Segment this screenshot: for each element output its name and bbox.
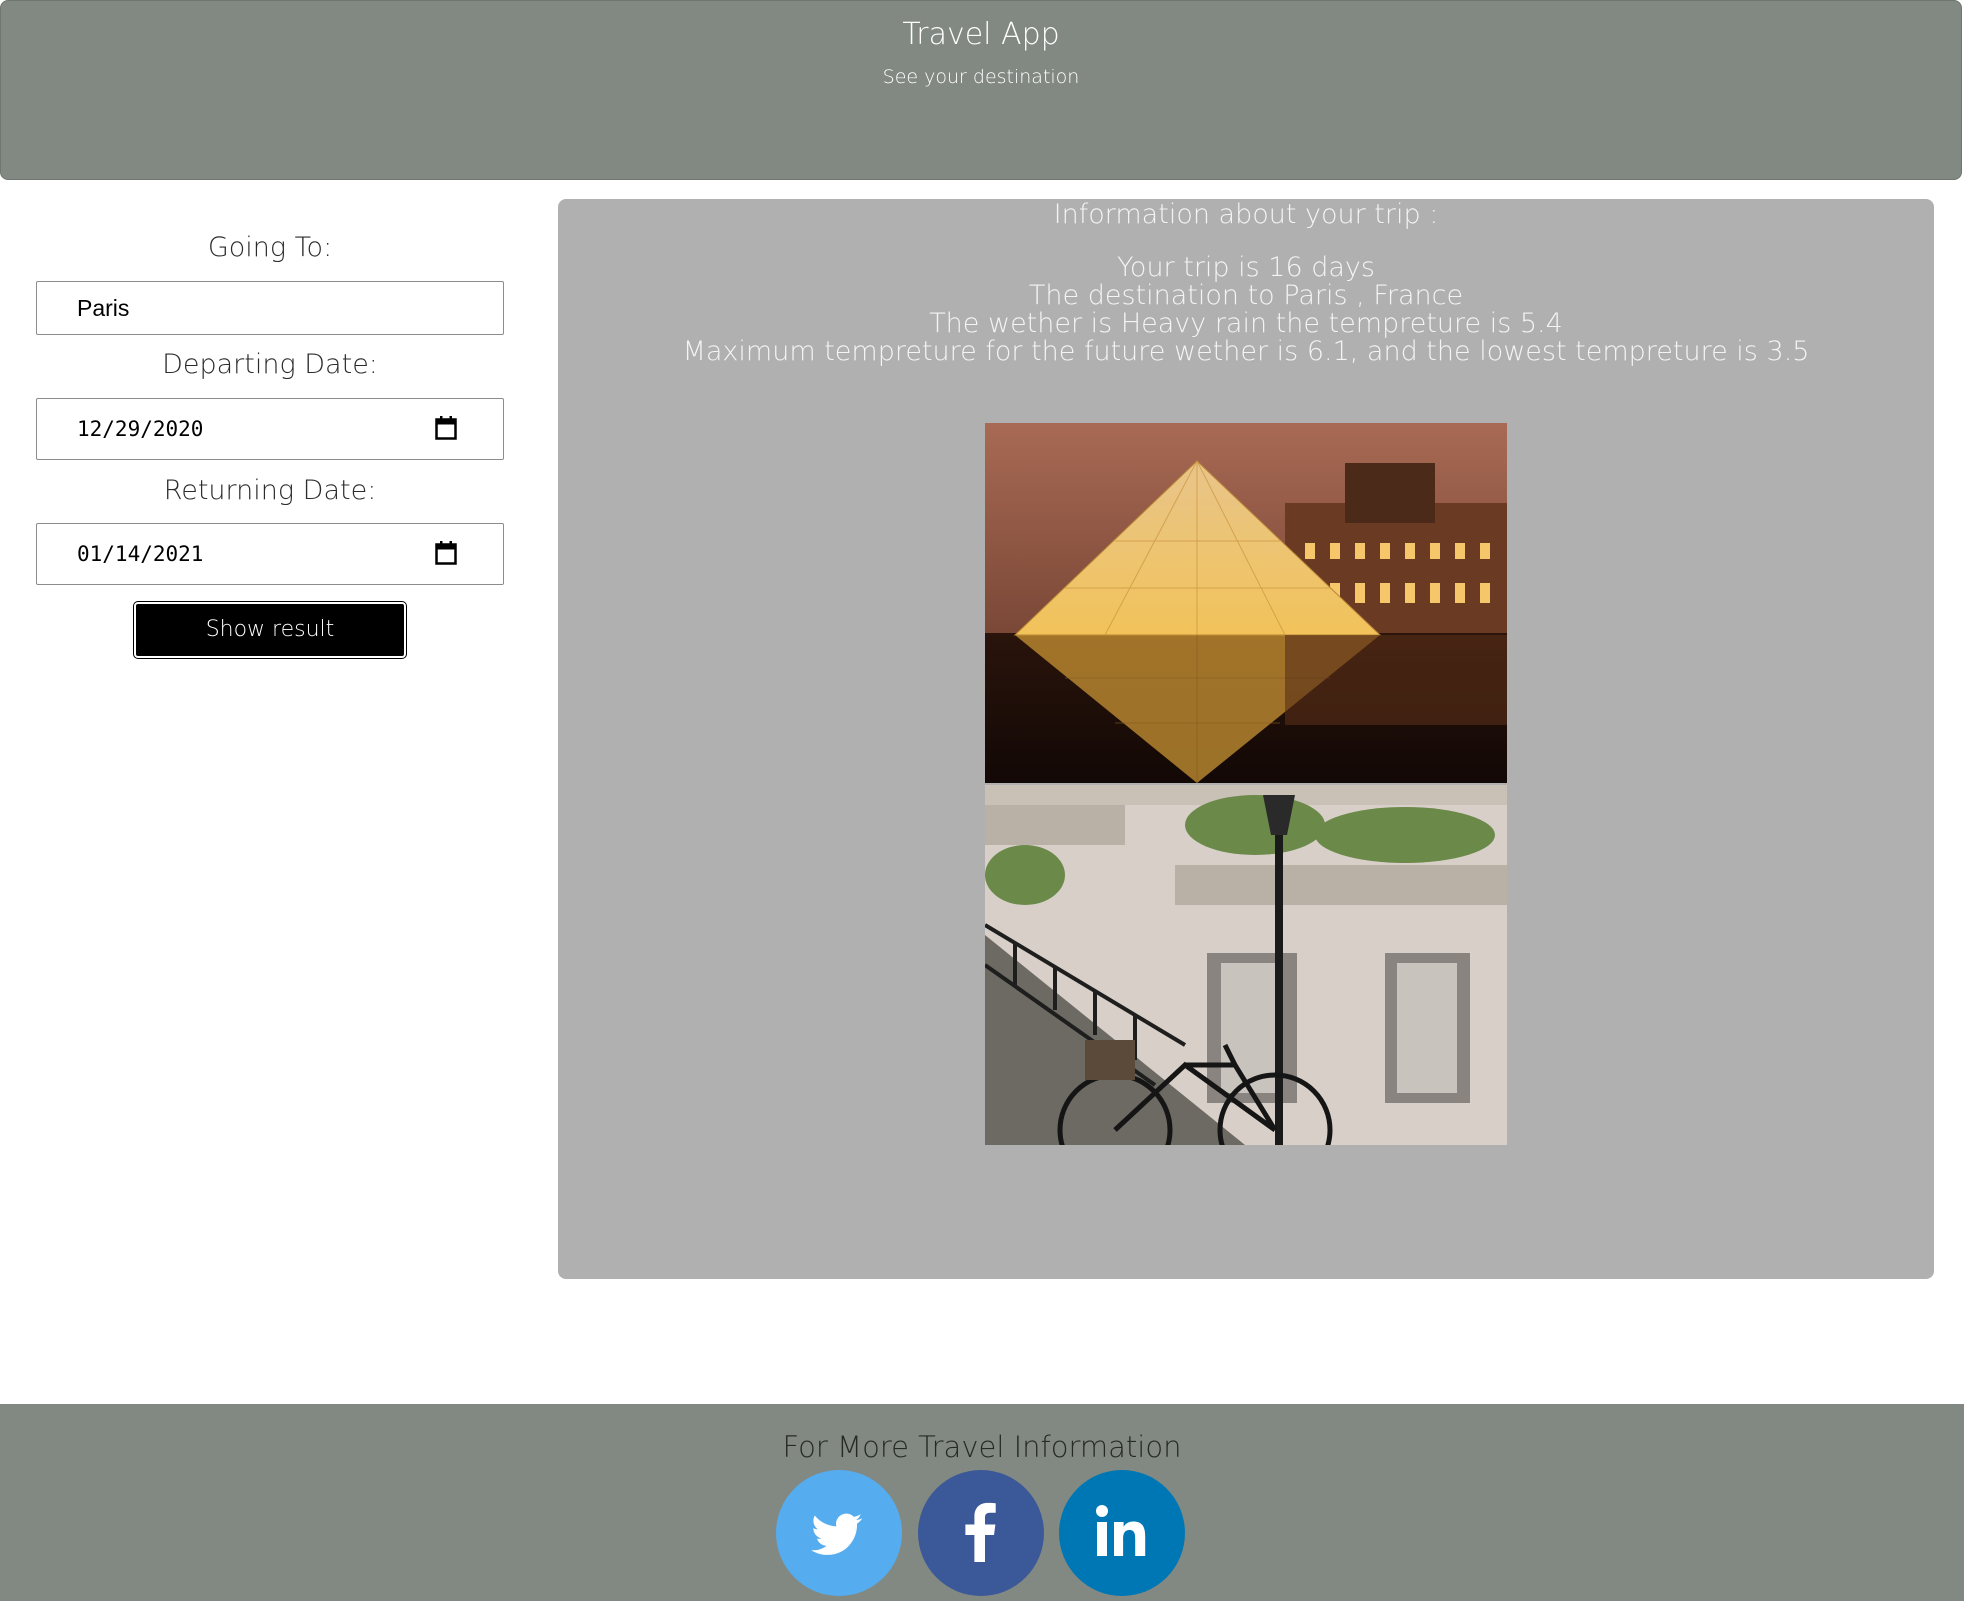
page-footer: For More Travel Information <box>0 1404 1964 1607</box>
facebook-link[interactable] <box>918 1470 1044 1596</box>
going-to-label: Going To: <box>207 232 333 263</box>
twitter-icon <box>811 1513 863 1555</box>
calendar-icon[interactable] <box>435 416 457 440</box>
twitter-link[interactable] <box>776 1470 902 1596</box>
destination-input[interactable]: Paris <box>36 281 504 335</box>
weather-text: The wether is Heavy rain the tempreture … <box>929 308 1563 339</box>
departing-date-label: Departing Date: <box>162 349 378 380</box>
app-subtitle: See your destination <box>882 66 1080 88</box>
destination-photo-louvre <box>985 423 1507 783</box>
linkedin-link[interactable] <box>1059 1470 1185 1596</box>
app-header: Travel App See your destination <box>0 0 1962 180</box>
departing-date-value: 12/29/2020 <box>77 417 204 441</box>
returning-date-label: Returning Date: <box>163 475 377 506</box>
bottom-edge <box>0 1601 1964 1607</box>
destination-photo-street <box>985 785 1507 1145</box>
returning-date-field[interactable]: 01/14/2021 <box>36 523 504 585</box>
returning-date-value: 01/14/2021 <box>77 542 204 566</box>
destination-text: The destination to Paris , France <box>1028 280 1464 311</box>
trip-length-text: Your trip is 16 days <box>1117 252 1375 283</box>
trip-info-panel: Information about your trip : Your trip … <box>558 199 1934 1279</box>
trip-form: Going To: Paris Departing Date: 12/29/20… <box>0 180 540 680</box>
calendar-icon[interactable] <box>435 541 457 565</box>
forecast-text: Maximum tempreture for the future wether… <box>682 336 1810 367</box>
app-title: Travel App <box>902 17 1060 52</box>
facebook-icon <box>965 1502 996 1562</box>
departing-date-field[interactable]: 12/29/2020 <box>36 398 504 460</box>
info-heading: Information about your trip : <box>1053 199 1439 230</box>
show-result-button[interactable]: Show result <box>133 601 407 659</box>
footer-title: For More Travel Information <box>782 1430 1182 1464</box>
trip-details: Your trip is 16 days The destination to … <box>558 254 1934 366</box>
linkedin-icon <box>1096 1505 1146 1556</box>
